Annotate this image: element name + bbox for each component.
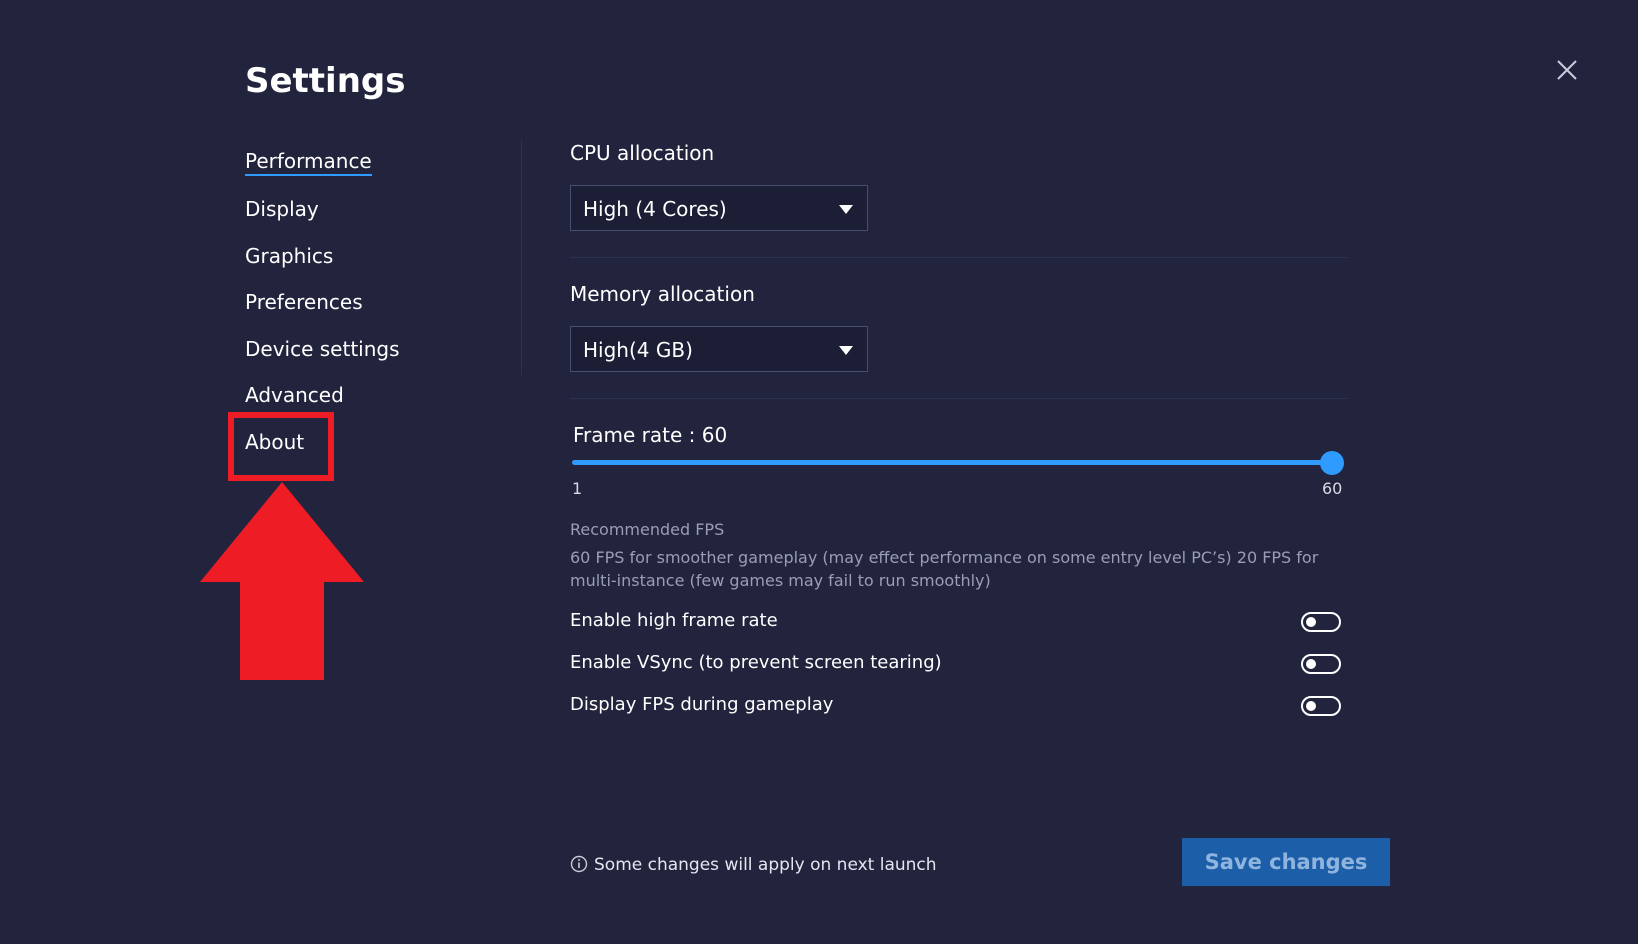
sidebar-item-graphics[interactable]: Graphics: [245, 242, 333, 270]
frame-rate-slider[interactable]: [572, 451, 1344, 475]
cpu-allocation-select[interactable]: High (4 Cores): [570, 185, 868, 231]
frame-rate-label: Frame rate : 60: [573, 423, 728, 447]
caret-down-icon: [839, 346, 853, 355]
arrow-up-icon: [200, 482, 364, 680]
section-divider: [570, 398, 1348, 399]
frame-rate-slider-fill: [572, 460, 1332, 465]
sidebar-divider: [521, 140, 522, 375]
toggle-knob: [1306, 659, 1316, 669]
info-icon: [570, 855, 588, 873]
recommended-fps-text: 60 FPS for smoother gameplay (may effect…: [570, 548, 1319, 590]
caret-down-icon: [839, 205, 853, 214]
cpu-allocation-value: High (4 Cores): [583, 197, 727, 221]
display-fps-toggle[interactable]: [1301, 696, 1341, 716]
recommended-fps-heading: Recommended FPS: [570, 520, 725, 539]
save-changes-button[interactable]: Save changes: [1182, 838, 1390, 886]
memory-allocation-value: High(4 GB): [583, 338, 693, 362]
cpu-allocation-label: CPU allocation: [570, 141, 715, 165]
vsync-toggle[interactable]: [1301, 654, 1341, 674]
sidebar-item-advanced[interactable]: Advanced: [245, 381, 344, 409]
memory-allocation-select[interactable]: High(4 GB): [570, 326, 868, 372]
sidebar-item-device-settings[interactable]: Device settings: [245, 335, 400, 363]
high-frame-rate-label: Enable high frame rate: [570, 610, 778, 631]
sidebar-item-about[interactable]: About: [245, 428, 304, 456]
restart-notice-text: Some changes will apply on next launch: [594, 855, 937, 875]
frame-rate-min-label: 1: [572, 479, 583, 498]
section-divider: [570, 257, 1348, 258]
display-fps-label: Display FPS during gameplay: [570, 694, 834, 715]
high-frame-rate-toggle[interactable]: [1301, 612, 1341, 632]
close-icon[interactable]: [1551, 54, 1583, 86]
frame-rate-max-label: 60: [1322, 479, 1343, 498]
frame-rate-slider-thumb[interactable]: [1320, 451, 1344, 475]
memory-allocation-label: Memory allocation: [570, 282, 755, 306]
toggle-knob: [1306, 617, 1316, 627]
sidebar-item-display[interactable]: Display: [245, 195, 319, 223]
toggle-knob: [1306, 701, 1316, 711]
vsync-label: Enable VSync (to prevent screen tearing): [570, 652, 942, 673]
page-title: Settings: [245, 61, 406, 101]
sidebar-item-performance[interactable]: Performance: [245, 148, 372, 176]
sidebar-item-preferences[interactable]: Preferences: [245, 288, 363, 316]
